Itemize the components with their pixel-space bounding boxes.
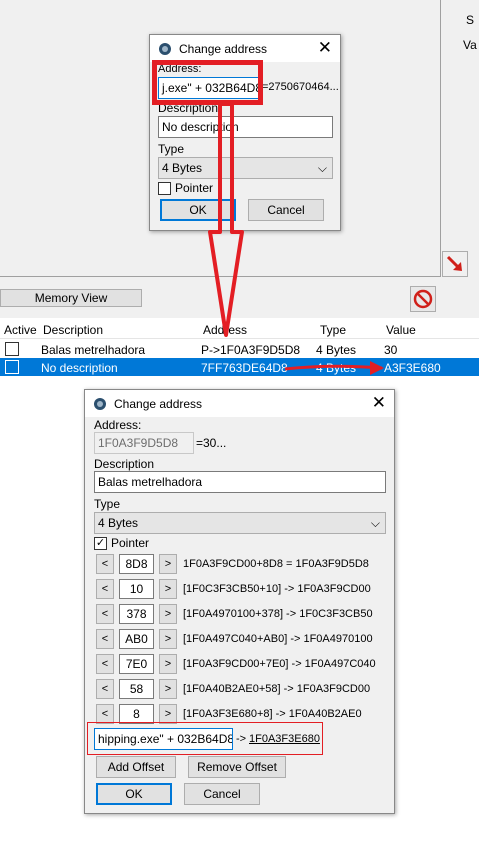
offset-result: [1F0A3F3E680+8] -> 1F0A40B2AE0 — [183, 708, 362, 720]
type-select-value: 4 Bytes — [162, 161, 203, 175]
offset-result: [1F0C3F3CB50+10] -> 1F0A3F9CD00 — [183, 583, 371, 595]
table-row[interactable]: Balas metrelhadora P->1F0A3F9D5D8 4 Byte… — [0, 340, 479, 358]
offset-decrease-button[interactable]: < — [96, 654, 114, 674]
offset-decrease-button[interactable]: < — [96, 604, 114, 624]
side-label-s: S — [466, 13, 475, 27]
offset-increase-button[interactable]: > — [159, 654, 177, 674]
dialog-title-bar[interactable]: Change address ✕ — [150, 35, 340, 62]
offset-input[interactable]: 7E0 — [119, 654, 154, 674]
offset-decrease-button[interactable]: < — [96, 579, 114, 599]
col-active[interactable]: Active — [4, 323, 37, 337]
row-type: 4 Bytes — [316, 361, 357, 375]
description-label: Description — [94, 457, 155, 471]
address-input: 1F0A3F9D5D8 — [94, 432, 194, 454]
type-label: Type — [158, 142, 185, 156]
offset-decrease-button[interactable]: < — [96, 704, 114, 724]
pointer-checkbox[interactable] — [158, 182, 171, 195]
description-input[interactable]: Balas metrelhadora — [94, 471, 386, 493]
pointer-checkbox[interactable]: ✓ — [94, 537, 107, 550]
row-description: Balas metrelhadora — [41, 343, 146, 357]
offset-input[interactable]: 8 — [119, 704, 154, 724]
type-label: Type — [94, 497, 121, 511]
cheat-engine-icon — [94, 397, 106, 410]
address-result: =2750670464... — [262, 81, 339, 93]
row-description: No description — [41, 361, 118, 375]
dialog-title: Change address — [114, 396, 203, 411]
dialog-title: Change address — [179, 41, 268, 56]
description-input[interactable]: No description — [158, 116, 333, 138]
offset-increase-button[interactable]: > — [159, 679, 177, 699]
chevron-down-icon: ⌵ — [317, 161, 327, 175]
type-select-value: 4 Bytes — [98, 516, 139, 530]
close-icon[interactable]: ✕ — [318, 39, 332, 57]
row-address: P->1F0A3F9D5D8 — [201, 343, 301, 357]
pointer-label: Pointer — [175, 181, 214, 195]
pointer-label: Pointer — [111, 536, 150, 550]
side-label-value: Va — [463, 38, 477, 52]
no-entry-icon — [413, 289, 433, 309]
remove-offset-button[interactable]: Remove Offset — [188, 756, 286, 778]
chevron-down-icon: ⌵ — [370, 516, 380, 530]
add-to-list-button[interactable] — [442, 251, 468, 277]
row-value: 30 — [384, 343, 398, 357]
cancel-button[interactable]: Cancel — [248, 199, 324, 221]
panel-divider — [440, 0, 441, 277]
active-checkbox[interactable] — [5, 360, 19, 374]
offset-increase-button[interactable]: > — [159, 554, 177, 574]
annotation-box-base — [87, 722, 323, 755]
col-type[interactable]: Type — [320, 323, 346, 337]
row-value: A3F3E680 — [384, 361, 441, 375]
offset-result: [1F0A497C040+AB0] -> 1F0A4970100 — [183, 633, 373, 645]
offset-increase-button[interactable]: > — [159, 704, 177, 724]
col-value[interactable]: Value — [386, 323, 416, 337]
offset-increase-button[interactable]: > — [159, 629, 177, 649]
offset-result: [1F0A4970100+378] -> 1F0C3F3CB50 — [183, 608, 373, 620]
clear-list-button[interactable] — [410, 286, 436, 312]
red-arrow-icon — [446, 255, 462, 271]
add-offset-button[interactable]: Add Offset — [96, 756, 176, 778]
offset-decrease-button[interactable]: < — [96, 554, 114, 574]
row-address: 7FF763DE64D8 — [201, 361, 288, 375]
offset-result: [1F0A40B2AE0+58] -> 1F0A3F9CD00 — [183, 683, 371, 695]
offset-increase-button[interactable]: > — [159, 579, 177, 599]
annotation-box-address — [152, 60, 263, 105]
offset-decrease-button[interactable]: < — [96, 629, 114, 649]
type-select[interactable]: 4 Bytes ⌵ — [94, 512, 386, 534]
offset-input[interactable]: 378 — [119, 604, 154, 624]
offset-decrease-button[interactable]: < — [96, 679, 114, 699]
cancel-button[interactable]: Cancel — [184, 783, 260, 805]
dialog-title-bar[interactable]: Change address ✕ — [85, 390, 394, 417]
address-list: Active Description Address Type Value Ba… — [0, 320, 479, 378]
address-label: Address: — [94, 418, 142, 432]
offset-input[interactable]: 8D8 — [119, 554, 154, 574]
offset-result: [1F0A3F9CD00+7E0] -> 1F0A497C040 — [183, 658, 376, 670]
offset-input[interactable]: 58 — [119, 679, 154, 699]
ok-button[interactable]: OK — [96, 783, 172, 805]
close-icon[interactable]: ✕ — [372, 394, 386, 412]
memory-view-button[interactable]: Memory View — [0, 289, 142, 307]
col-address[interactable]: Address — [203, 323, 247, 337]
type-select[interactable]: 4 Bytes ⌵ — [158, 157, 333, 179]
offset-increase-button[interactable]: > — [159, 604, 177, 624]
address-result: =30... — [196, 436, 227, 450]
ok-button[interactable]: OK — [160, 199, 236, 221]
offset-input[interactable]: 10 — [119, 579, 154, 599]
row-type: 4 Bytes — [316, 343, 357, 357]
offset-input[interactable]: AB0 — [119, 629, 154, 649]
address-list-header: Active Description Address Type Value — [0, 320, 479, 339]
offset-result: 1F0A3F9CD00+8D8 = 1F0A3F9D5D8 — [183, 558, 369, 570]
cheat-engine-icon — [159, 42, 171, 55]
table-row-selected[interactable]: No description 7FF763DE64D8 4 Bytes A3F3… — [0, 358, 479, 376]
col-description[interactable]: Description — [43, 323, 103, 337]
active-checkbox[interactable] — [5, 342, 19, 356]
